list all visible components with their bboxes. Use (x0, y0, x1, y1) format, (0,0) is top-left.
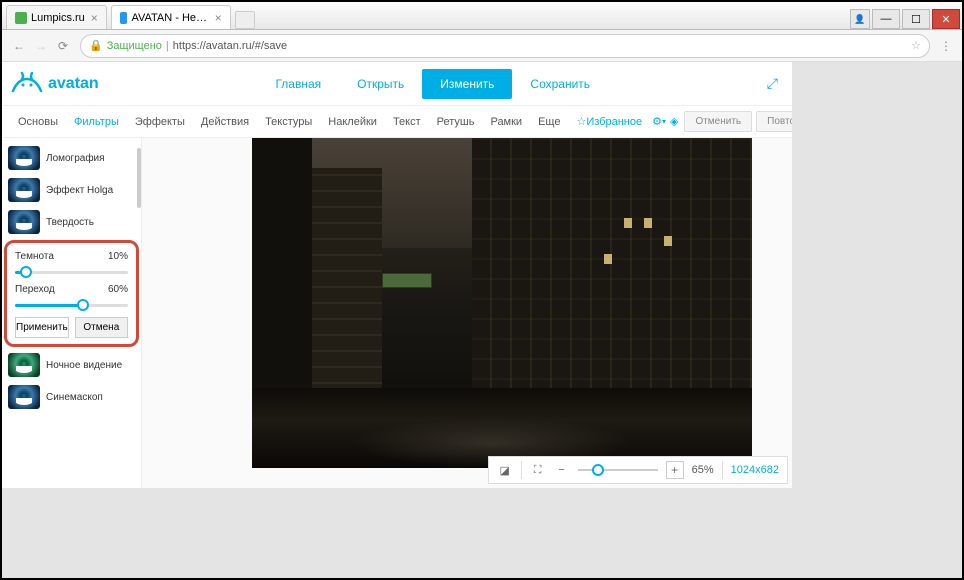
toolbar: Основы Фильтры Эффекты Действия Текстуры… (2, 106, 792, 138)
tool-textures[interactable]: Текстуры (257, 110, 320, 134)
tool-text[interactable]: Текст (385, 110, 429, 134)
tool-frames[interactable]: Рамки (482, 110, 530, 134)
canvas-area: ◪ ⛶ − + 65% 1024x682 (142, 138, 792, 488)
window-titlebar: Lumpics.ru × AVATAN - Необычный С × 👤 — … (2, 2, 962, 30)
back-button[interactable]: ← (8, 35, 30, 57)
secure-label: Защищено (107, 40, 162, 52)
favicon-icon (120, 12, 128, 24)
browser-tab-0[interactable]: Lumpics.ru × (6, 5, 107, 29)
address-bar: ← → ⟳ 🔒 Защищено | https://avatan.ru/#/s… (2, 30, 962, 62)
favicon-icon (15, 12, 27, 24)
expand-icon[interactable]: ⤢ (767, 75, 778, 92)
filter-holga[interactable]: Эффект Holga (2, 174, 141, 206)
zoom-bar: ◪ ⛶ − + 65% 1024x682 (488, 456, 788, 484)
layers-icon[interactable]: ◈ (670, 111, 678, 133)
minimize-button[interactable]: — (872, 9, 900, 29)
logo-icon (10, 71, 44, 97)
close-icon[interactable]: × (215, 11, 222, 25)
close-button[interactable]: ✕ (932, 9, 960, 29)
tool-stickers[interactable]: Наклейки (320, 110, 385, 134)
logo[interactable]: avatan (10, 71, 99, 97)
undo-button[interactable]: Отменить (684, 111, 752, 132)
nav-home[interactable]: Главная (257, 69, 339, 99)
tab-title: AVATAN - Необычный С (131, 12, 208, 24)
user-icon[interactable]: 👤 (850, 9, 870, 29)
photo-preview[interactable] (252, 138, 752, 468)
tool-actions[interactable]: Действия (193, 110, 257, 134)
nav-edit[interactable]: Изменить (422, 69, 512, 99)
filter-thumb-icon (8, 385, 40, 409)
apply-button[interactable]: Применить (15, 317, 69, 338)
darkness-label: Темнота (15, 251, 54, 262)
filters-sidebar: Ломография Эффект Holga Твердость Темнот… (2, 138, 142, 488)
fullscreen-icon[interactable]: ⛶ (530, 464, 546, 477)
darkness-slider[interactable] (15, 264, 128, 280)
lock-icon: 🔒 (89, 39, 103, 52)
nav-open[interactable]: Открыть (339, 69, 422, 99)
filter-night-vision[interactable]: Ночное видение (2, 349, 141, 381)
maximize-button[interactable]: ☐ (902, 9, 930, 29)
darkness-value: 10% (108, 251, 128, 262)
star-icon[interactable]: ☆ (911, 39, 921, 52)
tab-title: Lumpics.ru (31, 12, 85, 24)
filter-lomography[interactable]: Ломография (2, 142, 141, 174)
zoom-value: 65% (692, 464, 714, 476)
filter-settings-panel: Темнота 10% Переход 60% Применить Отмена (4, 240, 139, 347)
tool-filters[interactable]: Фильтры (66, 110, 127, 134)
app-header: avatan Главная Открыть Изменить Сохранит… (2, 62, 792, 106)
scrollbar[interactable] (137, 148, 141, 208)
filter-thumb-icon (8, 146, 40, 170)
filter-thumb-icon (8, 178, 40, 202)
compare-icon[interactable]: ◪ (497, 464, 513, 477)
logo-text: avatan (48, 75, 99, 93)
url-text: https://avatan.ru/#/save (173, 40, 287, 52)
zoom-in-button[interactable]: + (666, 461, 684, 479)
url-input[interactable]: 🔒 Защищено | https://avatan.ru/#/save ☆ (80, 34, 930, 58)
zoom-out-button[interactable]: − (554, 464, 570, 476)
gear-icon[interactable]: ⚙▾ (652, 111, 666, 133)
tool-favorites[interactable]: ☆Избранное (568, 109, 650, 134)
tool-basics[interactable]: Основы (10, 110, 66, 134)
reload-button[interactable]: ⟳ (52, 35, 74, 57)
tool-retouch[interactable]: Ретушь (429, 110, 483, 134)
transition-value: 60% (108, 284, 128, 295)
close-icon[interactable]: × (91, 11, 98, 25)
transition-slider[interactable] (15, 297, 128, 313)
menu-button[interactable]: ⋮ (936, 39, 956, 53)
browser-tab-1[interactable]: AVATAN - Необычный С × (111, 5, 231, 29)
tool-effects[interactable]: Эффекты (127, 110, 193, 134)
filter-hardness[interactable]: Твердость (2, 206, 141, 238)
footer-gap (2, 488, 792, 578)
image-dimensions: 1024x682 (731, 464, 779, 476)
url-separator: | (166, 40, 169, 52)
filter-thumb-icon (8, 210, 40, 234)
nav-save[interactable]: Сохранить (512, 69, 608, 99)
forward-button[interactable]: → (30, 35, 52, 57)
new-tab-button[interactable] (235, 11, 255, 29)
inactive-area (792, 62, 962, 578)
cancel-button[interactable]: Отмена (75, 317, 128, 338)
filter-cinemascope[interactable]: Синемаскоп (2, 381, 141, 413)
zoom-slider[interactable] (578, 463, 658, 477)
tool-more[interactable]: Еще (530, 110, 568, 134)
filter-thumb-icon (8, 353, 40, 377)
transition-label: Переход (15, 284, 55, 295)
